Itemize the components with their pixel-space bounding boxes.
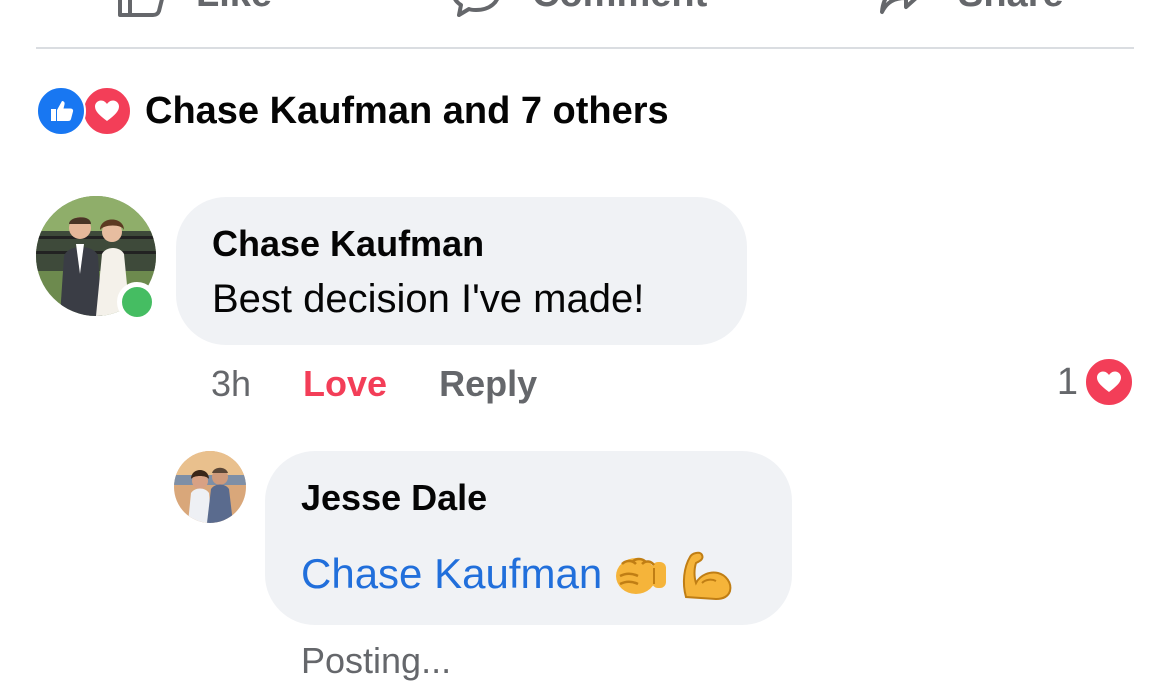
reactions-text: Chase Kaufman and 7 others — [145, 89, 669, 132]
love-button[interactable]: Love — [303, 363, 387, 405]
comment-author[interactable]: Chase Kaufman — [212, 223, 484, 265]
divider — [36, 47, 1134, 49]
comment-reaction-count[interactable]: 1 — [1057, 356, 1134, 408]
share-label: Share — [958, 0, 1064, 16]
reply-author[interactable]: Jesse Dale — [301, 477, 487, 519]
comment-bubble-icon — [450, 0, 502, 18]
reaction-icons — [36, 86, 134, 136]
oncoming-fist-emoji — [614, 550, 668, 598]
comment-text: Best decision I've made! — [212, 277, 645, 321]
post-action-bar: Like Comment Share — [0, 0, 1170, 18]
like-label: Like — [196, 0, 272, 16]
flexed-biceps-emoji — [680, 547, 734, 601]
like-button[interactable]: Like — [116, 0, 272, 18]
share-arrow-icon — [878, 0, 928, 17]
comment-label: Comment — [532, 0, 707, 16]
reaction-count: 1 — [1056, 360, 1078, 403]
love-icon — [1084, 357, 1134, 407]
posting-status: Posting... — [301, 640, 452, 681]
comment-bubble[interactable]: Chase Kaufman Best decision I've made! — [176, 197, 747, 345]
online-status-dot — [117, 282, 157, 322]
comment-time[interactable]: 3h — [211, 363, 251, 405]
reply-bubble[interactable]: Jesse Dale Chase Kaufman — [265, 451, 792, 625]
reply-text: Chase Kaufman — [301, 547, 734, 601]
like-reaction-icon — [36, 86, 86, 136]
comment-actions: 3h Love Reply — [211, 362, 537, 406]
comment-button[interactable]: Comment — [450, 0, 707, 18]
reply-button[interactable]: Reply — [439, 363, 537, 405]
share-button[interactable]: Share — [878, 0, 1064, 18]
reply-avatar[interactable] — [174, 451, 246, 523]
love-reaction-icon — [82, 86, 132, 136]
mention-link[interactable]: Chase Kaufman — [301, 550, 602, 598]
reactions-summary[interactable]: Chase Kaufman and 7 others — [36, 86, 669, 136]
thumbs-up-icon — [116, 0, 166, 17]
